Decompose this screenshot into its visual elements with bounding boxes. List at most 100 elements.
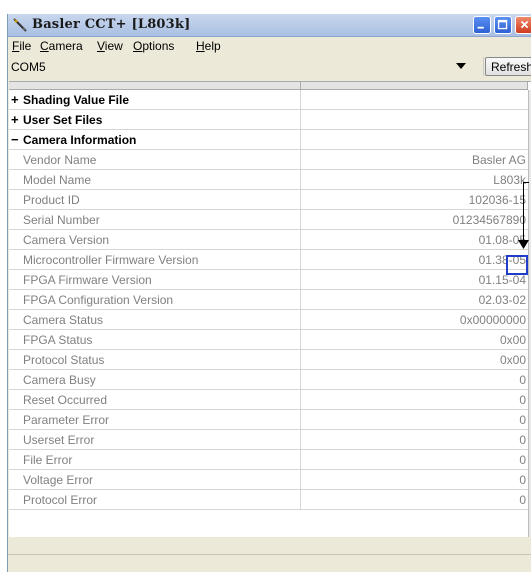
property-row[interactable]: FPGA Firmware Version 01.15-04 [9, 270, 531, 290]
minimize-button[interactable] [473, 16, 491, 34]
tree-group-value-cell [301, 90, 528, 110]
property-value-cell[interactable]: 0 [301, 370, 528, 390]
property-name-cell: FPGA Firmware Version [9, 270, 301, 290]
property-value-cell[interactable]: 0 [301, 430, 528, 450]
property-value-cell[interactable]: 01234567890 [301, 210, 528, 230]
maximize-button[interactable] [494, 16, 512, 34]
expand-toggle-icon[interactable]: + [11, 92, 19, 107]
property-row[interactable]: Camera Busy 0 [9, 370, 531, 390]
property-row[interactable]: Camera Version 01.08-05 [9, 230, 531, 250]
menu-options[interactable]: Options [133, 39, 174, 53]
tree-group-name-cell: − Camera Information [9, 130, 301, 150]
property-name-cell: Protocol Status [9, 350, 301, 370]
property-name-cell: Vendor Name [9, 150, 301, 170]
property-row[interactable]: Microcontroller Firmware Version 01.38-05 [9, 250, 531, 270]
title-bar[interactable]: Basler CCT+ [L803k] [8, 14, 531, 37]
property-name-cell: File Error [9, 450, 301, 470]
menu-view[interactable]: View [97, 39, 123, 53]
property-label: Protocol Status [23, 353, 105, 367]
menu-help[interactable]: Help [196, 39, 221, 53]
property-row[interactable]: Parameter Error 0 [9, 410, 531, 430]
property-row[interactable]: Camera Status 0x00000000 [9, 310, 531, 330]
port-dropdown[interactable]: COM5 [8, 57, 484, 76]
property-row[interactable]: Serial Number 01234567890 [9, 210, 531, 230]
property-value: Basler AG [471, 153, 526, 167]
property-row[interactable]: Reset Occurred 0 [9, 390, 531, 410]
property-value-cell[interactable]: 0x00 [301, 330, 528, 350]
property-value-cell[interactable]: 0x00000000 [301, 310, 528, 330]
app-icon [13, 18, 27, 32]
property-value-cell[interactable]: 0 [301, 410, 528, 430]
property-value: 0 [519, 453, 526, 467]
refresh-button[interactable]: Refresh [485, 57, 531, 76]
property-value-cell[interactable]: 102036-15 [301, 190, 528, 210]
property-grid: + Shading Value File + User Set Files − Camer… [9, 81, 531, 537]
expand-toggle-icon[interactable]: + [11, 112, 19, 127]
property-row[interactable]: Model Name L803k [9, 170, 531, 190]
close-button[interactable] [515, 16, 531, 34]
property-value-cell[interactable]: Basler AG [301, 150, 528, 170]
property-row[interactable]: Protocol Error 0 [9, 490, 531, 510]
tree-group-row[interactable]: + Shading Value File [9, 90, 531, 110]
property-value-cell[interactable]: 0 [301, 490, 528, 510]
property-value: 02.03-02 [478, 293, 526, 307]
property-row[interactable]: Voltage Error 0 [9, 470, 531, 490]
application-window: Basler CCT+ [L803k] File Camera View Opt… [7, 14, 531, 572]
property-name-cell: Camera Status [9, 310, 301, 330]
property-value-cell[interactable]: 0x00 [301, 350, 528, 370]
property-row[interactable]: Vendor Name Basler AG [9, 150, 531, 170]
property-name-cell: Camera Version [9, 230, 301, 250]
tree-group-label: User Set Files [23, 113, 103, 127]
refresh-button-label: Refresh [491, 60, 531, 74]
property-label: Vendor Name [23, 153, 97, 167]
property-label: Camera Version [23, 233, 110, 247]
property-value: 0 [519, 393, 526, 407]
property-name-cell: Voltage Error [9, 470, 301, 490]
property-value-cell[interactable]: 01.08-05 [301, 230, 528, 250]
minimize-icon [477, 26, 484, 29]
property-value: 0 [519, 493, 526, 507]
property-value: 01.15-04 [478, 273, 526, 287]
property-value-cell[interactable]: 02.03-02 [301, 290, 528, 310]
column-header-value[interactable] [301, 82, 528, 90]
chevron-down-icon[interactable] [456, 63, 466, 69]
property-name-cell: Product ID [9, 190, 301, 210]
property-value-cell[interactable]: 01.38-05 [301, 250, 528, 270]
property-value: 0 [519, 373, 526, 387]
property-row[interactable]: File Error 0 [9, 450, 531, 470]
property-row[interactable]: FPGA Status 0x00 [9, 330, 531, 350]
property-value: 0 [519, 413, 526, 427]
property-label: Voltage Error [23, 473, 94, 487]
status-bar [8, 554, 531, 572]
property-value: L803k [493, 173, 526, 187]
property-row[interactable]: Protocol Status 0x00 [9, 350, 531, 370]
menu-bar: File Camera View Options Help [8, 37, 531, 56]
property-label: Reset Occurred [23, 393, 108, 407]
property-value-cell[interactable]: 01.15-04 [301, 270, 528, 290]
property-row[interactable]: Userset Error 0 [9, 430, 531, 450]
tree-group-row[interactable]: + User Set Files [9, 110, 531, 130]
port-dropdown-value: COM5 [11, 60, 46, 74]
property-label: Userset Error [23, 433, 95, 447]
menu-file[interactable]: File [12, 39, 31, 53]
property-label: Parameter Error [23, 413, 110, 427]
tree-group-row[interactable]: − Camera Information [9, 130, 531, 150]
tree-group-value-cell [301, 130, 528, 150]
property-value-cell[interactable]: 0 [301, 470, 528, 490]
callout-line-vertical [523, 182, 524, 242]
property-value: 01234567890 [452, 213, 526, 227]
expand-toggle-icon[interactable]: − [11, 132, 19, 147]
property-row[interactable]: Product ID 102036-15 [9, 190, 531, 210]
property-name-cell: Camera Busy [9, 370, 301, 390]
port-selector-row: COM5 Refresh [8, 57, 531, 77]
property-value-cell[interactable]: L803k [301, 170, 528, 190]
column-header-name[interactable] [9, 82, 301, 90]
property-label: Camera Busy [23, 373, 96, 387]
property-name-cell: Serial Number [9, 210, 301, 230]
property-value-cell[interactable]: 0 [301, 450, 528, 470]
close-icon [520, 20, 529, 29]
property-row[interactable]: FPGA Configuration Version 02.03-02 [9, 290, 531, 310]
property-label: FPGA Firmware Version [23, 273, 152, 287]
property-value-cell[interactable]: 0 [301, 390, 528, 410]
menu-camera[interactable]: Camera [40, 39, 83, 53]
